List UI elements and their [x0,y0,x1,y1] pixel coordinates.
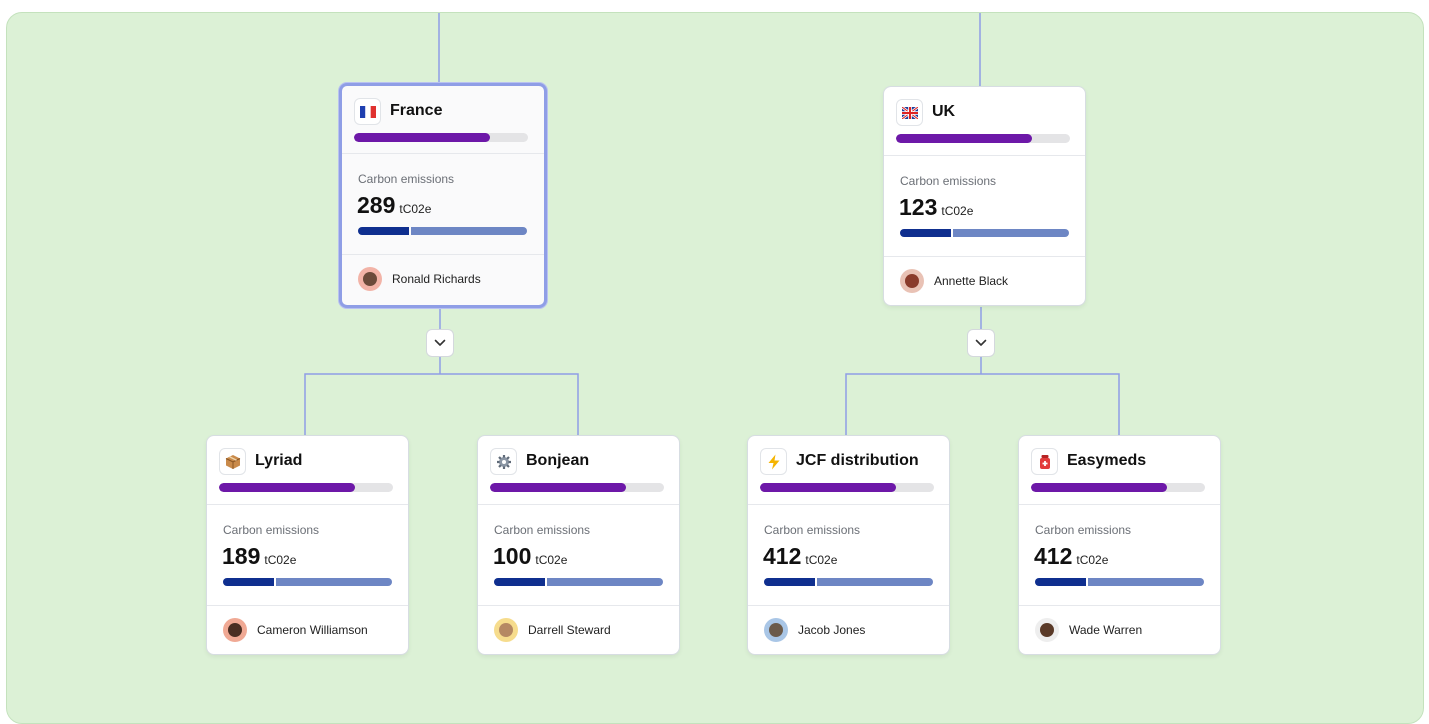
progress-bar [490,483,664,492]
france-flag-icon [354,98,381,125]
owner-name: Ronald Richards [392,272,481,286]
metric-value: 189 tC02e [222,543,297,569]
progress-bar [219,483,393,492]
metric-label: Carbon emissions [1035,523,1132,537]
owner-name: Cameron Williamson [257,623,368,637]
emissions-split-bar [223,578,392,586]
node-metrics: Carbon emissions 289 tC02e [342,154,544,255]
gear-icon [490,448,517,475]
progress-bar [1031,483,1205,492]
node-uk[interactable]: UK Carbon emissions 123 tC02e Annette Bla… [883,86,1086,306]
metric-value: 412 tC02e [1034,543,1109,569]
node-metrics: Carbon emissions 123 tC02e [884,156,1085,257]
node-metrics: Carbon emissions 189 tC02e [207,505,408,606]
collapse-toggle-uk[interactable] [967,329,995,357]
node-header: Lyriad [207,436,408,505]
metric-unit: tC02e [399,202,432,216]
node-lyriad[interactable]: Lyriad Carbon emissions 189 tC02e Cameron… [206,435,409,655]
metric-label: Carbon emissions [358,172,455,186]
node-metrics: Carbon emissions 412 tC02e [748,505,949,606]
metric-unit: tC02e [941,204,974,218]
node-jcf-distribution[interactable]: JCF distribution Carbon emissions 412 tC0… [747,435,950,655]
metric-value: 100 tC02e [493,543,568,569]
avatar [494,618,518,642]
node-title: JCF distribution [796,452,919,469]
node-header: Bonjean [478,436,679,505]
node-header: Easymeds [1019,436,1220,505]
package-icon [219,448,246,475]
owner-name: Wade Warren [1069,623,1143,637]
node-owner: Darrell Steward [478,606,679,654]
connector-line-uk-children [845,373,1120,436]
node-metrics: Carbon emissions 412 tC02e [1019,505,1220,606]
emissions-split-bar [494,578,663,586]
progress-bar [896,134,1070,143]
owner-name: Annette Black [934,274,1009,288]
node-easymeds[interactable]: Easymeds Carbon emissions 412 tC02e Wade … [1018,435,1221,655]
metric-unit: tC02e [805,553,838,567]
chevron-down-icon [434,339,446,346]
chevron-down-icon [975,339,987,346]
collapse-toggle-france[interactable] [426,329,454,357]
emissions-split-bar [358,227,527,235]
metric-label: Carbon emissions [223,523,320,537]
node-owner: Ronald Richards [342,255,544,303]
node-owner: Cameron Williamson [207,606,408,654]
avatar [223,618,247,642]
avatar [764,618,788,642]
connector-line-france-children [304,373,579,436]
node-header: UK [884,87,1085,156]
avatar [900,269,924,293]
node-title: Bonjean [526,452,590,469]
emissions-split-bar [900,229,1069,237]
emissions-split-bar [764,578,933,586]
emissions-split-bar [1035,578,1204,586]
diagram-canvas: France Carbon emissions 289 tC02e Ronald … [6,12,1424,724]
metric-unit: tC02e [264,553,297,567]
metric-label: Carbon emissions [900,174,997,188]
node-owner: Jacob Jones [748,606,949,654]
owner-name: Jacob Jones [798,623,866,637]
avatar [358,267,382,291]
node-bonjean[interactable]: Bonjean Carbon emissions 100 tC02e Darrel… [477,435,680,655]
pharmacy-icon [1031,448,1058,475]
avatar [1035,618,1059,642]
node-title: France [390,102,443,119]
node-france[interactable]: France Carbon emissions 289 tC02e Ronald … [339,83,547,308]
node-metrics: Carbon emissions 100 tC02e [478,505,679,606]
node-header: JCF distribution [748,436,949,505]
lightning-icon [760,448,787,475]
owner-name: Darrell Steward [528,623,611,637]
metric-label: Carbon emissions [494,523,591,537]
uk-flag-icon [896,99,923,126]
metric-unit: tC02e [1076,553,1109,567]
node-owner: Wade Warren [1019,606,1220,654]
node-title: Lyriad [255,452,303,469]
node-title: UK [932,103,956,120]
metric-value: 289 tC02e [357,192,432,218]
node-owner: Annette Black [884,257,1085,305]
node-title: Easymeds [1067,452,1147,469]
metric-label: Carbon emissions [764,523,861,537]
metric-value: 123 tC02e [899,194,974,220]
metric-value: 412 tC02e [763,543,838,569]
progress-bar [760,483,934,492]
metric-unit: tC02e [535,553,568,567]
node-header: France [342,86,544,154]
progress-bar [354,133,528,142]
